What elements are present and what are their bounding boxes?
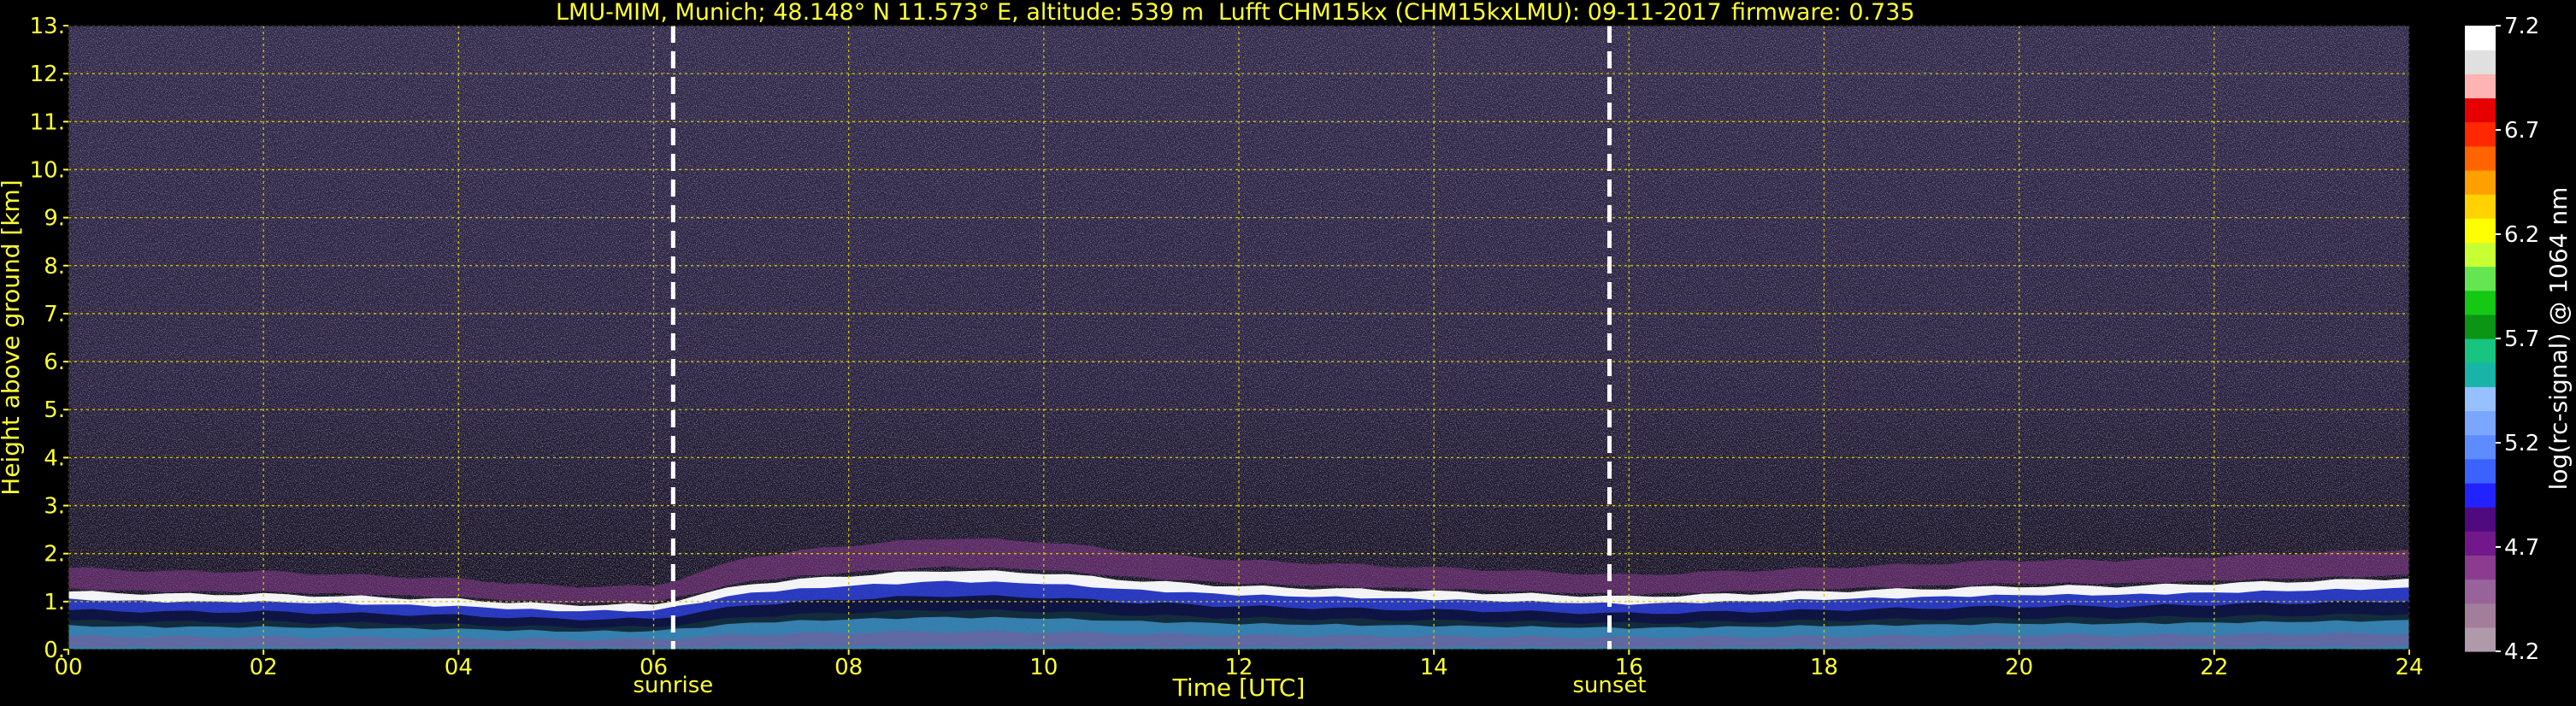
y-tick-label: 11.	[30, 109, 65, 135]
colorbar-swatch	[2465, 507, 2496, 532]
y-tick-label: 0.	[44, 638, 65, 663]
colorbar-swatch	[2465, 266, 2496, 291]
colorbar-swatch	[2465, 531, 2496, 556]
colorbar-tick-label: 6.2	[2504, 222, 2539, 248]
x-tick-label: 18	[1810, 655, 1838, 680]
colorbar-swatch	[2465, 169, 2496, 195]
y-tick-label: 1.	[44, 590, 65, 615]
colorbar-swatch	[2465, 50, 2496, 74]
colorbar-swatch	[2465, 194, 2496, 219]
y-tick-label: 13.	[30, 14, 65, 39]
colorbar-swatch	[2465, 290, 2496, 315]
colorbar-swatch	[2465, 97, 2496, 123]
header-firmware: firmware: 0.735	[1731, 0, 1915, 26]
header-station: LMU-MIM, Munich; 48.148° N 11.573° E, al…	[556, 0, 1204, 26]
sunset-label: sunset	[1572, 673, 1646, 698]
chart-header: LMU-MIM, Munich; 48.148° N 11.573° E, al…	[556, 0, 1915, 26]
colorbar-tick-label: 4.7	[2504, 535, 2539, 561]
colorbar-swatch	[2465, 218, 2496, 243]
y-axis: 0. 1. 2. 3. 4. 5. 6. 7. 8. 9. 10. 11. 12. 13.	[30, 14, 68, 663]
y-tick-label: 9.	[44, 206, 65, 232]
y-tick-label: 4.	[44, 445, 65, 471]
x-tick-label: 04	[445, 655, 473, 680]
x-tick-label: 14	[1420, 655, 1448, 680]
colorbar-swatch	[2465, 482, 2496, 508]
sunrise-label: sunrise	[633, 673, 713, 698]
y-tick-label: 5.	[44, 397, 65, 423]
y-tick-label: 2.	[44, 542, 65, 568]
colorbar: 4.2 4.7 5.2 5.7 6.2 6.7 7.2	[2465, 14, 2539, 665]
colorbar-swatch	[2465, 386, 2496, 412]
colorbar-swatch	[2465, 145, 2496, 171]
y-tick-label: 7.	[44, 302, 65, 327]
header-instrument: Lufft CHM15kx (CHM15kxLMU): 09-11-2017	[1218, 0, 1722, 26]
y-tick-label: 6.	[44, 350, 65, 375]
lidar-quicklook-figure: LMU-MIM, Munich; 48.148° N 11.573° E, al…	[0, 0, 2573, 702]
colorbar-tick-label: 5.2	[2504, 431, 2539, 456]
x-tick-label: 24	[2395, 655, 2423, 680]
colorbar-swatch	[2465, 434, 2496, 460]
y-tick-label: 10.	[30, 157, 65, 183]
colorbar-swatch	[2465, 74, 2496, 99]
colorbar-swatch	[2465, 314, 2496, 339]
y-tick-label: 12.	[30, 62, 65, 87]
colorbar-swatch	[2465, 555, 2496, 580]
colorbar-tick-label: 4.2	[2504, 639, 2539, 665]
colorbar-swatch	[2465, 362, 2496, 387]
colorbar-swatch	[2465, 579, 2496, 604]
colorbar-swatch	[2465, 121, 2496, 147]
x-tick-label: 22	[2200, 655, 2228, 680]
colorbar-swatch	[2465, 338, 2496, 363]
colorbar-label: log(rc-signal) @ 1064 nm	[2544, 187, 2573, 491]
colorbar-tick-label: 5.7	[2504, 327, 2539, 352]
colorbar-swatch	[2465, 458, 2496, 484]
y-tick-label: 3.	[44, 494, 65, 520]
colorbar-tick-label: 7.2	[2504, 14, 2539, 39]
x-tick-label: 02	[250, 655, 278, 680]
colorbar-swatch	[2465, 627, 2496, 652]
colorbar-swatch	[2465, 242, 2496, 268]
colorbar-swatch	[2465, 603, 2496, 628]
y-tick-label: 8.	[44, 254, 65, 279]
x-tick-label: 08	[834, 655, 863, 680]
y-axis-label: Height above ground [km]	[0, 179, 25, 496]
plot-area	[68, 25, 2410, 650]
colorbar-swatch	[2465, 26, 2496, 50]
x-tick-label: 10	[1029, 655, 1058, 680]
x-tick-label: 20	[2005, 655, 2033, 680]
colorbar-tick-label: 6.7	[2504, 118, 2539, 144]
colorbar-swatch	[2465, 410, 2496, 436]
x-axis-label: Time [UTC]	[1172, 674, 1306, 702]
